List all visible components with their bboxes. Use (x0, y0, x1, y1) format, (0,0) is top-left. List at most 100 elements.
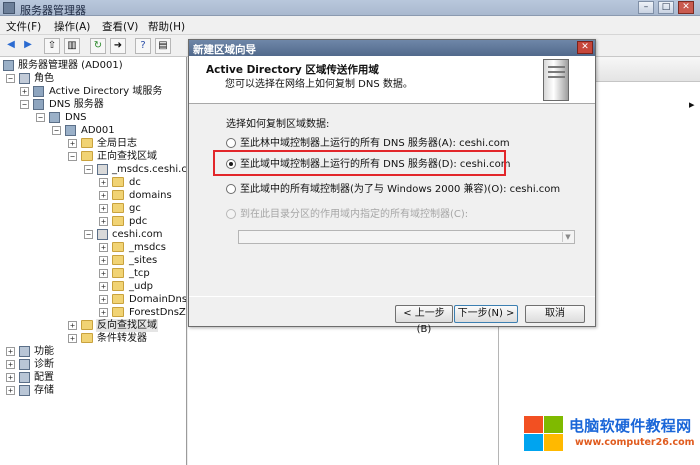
replication-prompt: 选择如何复制区域数据: (226, 119, 330, 130)
menu-help[interactable]: 帮助(H) (148, 19, 185, 34)
show-tree-icon[interactable]: ▥ (64, 38, 80, 54)
tree-label: ForestDnsZo (129, 307, 187, 318)
expand-icon[interactable]: + (6, 373, 15, 382)
tree-label: 正向查找区域 (97, 151, 157, 162)
refresh-icon[interactable]: ↻ (90, 38, 106, 54)
forward-arrow-icon[interactable]: ▶ (20, 38, 36, 54)
expand-icon[interactable]: + (68, 321, 77, 330)
back-arrow-icon[interactable]: ◀ (3, 38, 19, 54)
zone-icon (97, 164, 108, 175)
radio-label: 至此域中的所有域控制器(为了与 Windows 2000 兼容)(O): ces… (240, 184, 561, 195)
tree-label: DNS 服务器 (49, 99, 104, 110)
folder-icon (81, 333, 93, 343)
radio-label: 至此林中域控制器上运行的所有 DNS 服务器(A): ceshi.com (240, 138, 510, 149)
folder-icon (81, 151, 93, 161)
next-button[interactable]: 下一步(N) > (454, 305, 518, 323)
expand-icon[interactable]: + (99, 295, 108, 304)
roles-icon (19, 73, 30, 84)
radio-icon[interactable] (226, 184, 236, 194)
folder-icon (112, 177, 124, 187)
expand-arrow-icon[interactable]: ▸ (689, 98, 695, 111)
collapse-icon[interactable]: − (84, 230, 93, 239)
wizard-subheading: 您可以选择在网络上如何复制 DNS 数据。 (225, 79, 413, 90)
collapse-icon[interactable]: − (84, 165, 93, 174)
tree-label: 反向查找区域 (96, 319, 158, 332)
expand-icon[interactable]: + (99, 269, 108, 278)
menu-view[interactable]: 查看(V) (102, 19, 138, 34)
properties-icon[interactable]: ▤ (155, 38, 171, 54)
folder-icon (112, 294, 124, 304)
expand-icon[interactable]: + (99, 256, 108, 265)
tree-label: domains (129, 190, 172, 201)
menu-file[interactable]: 文件(F) (6, 19, 41, 34)
close-button[interactable]: ✕ (678, 1, 694, 14)
maximize-button[interactable]: □ (658, 1, 674, 14)
dns-icon (49, 112, 60, 123)
ad-icon (33, 86, 44, 97)
expand-icon[interactable]: + (6, 360, 15, 369)
watermark: 电脑软硬件教程网 www.computer26.com (521, 413, 697, 461)
expand-icon[interactable]: + (6, 386, 15, 395)
tree-label: 诊断 (34, 359, 54, 370)
dialog-separator (189, 296, 595, 297)
tree-label: gc (129, 203, 141, 214)
storage-icon (19, 385, 30, 396)
expand-icon[interactable]: + (99, 308, 108, 317)
radio-disabled-icon (226, 209, 236, 219)
expand-icon[interactable]: + (68, 139, 77, 148)
expand-icon[interactable]: + (99, 282, 108, 291)
back-button[interactable]: < 上一步(B) (395, 305, 453, 335)
chevron-down-icon: ▼ (562, 232, 573, 242)
features-icon (19, 346, 30, 357)
collapse-icon[interactable]: − (52, 126, 61, 135)
menu-bar: 文件(F) 操作(A) 查看(V) 帮助(H) (0, 16, 700, 35)
radio-icon[interactable] (226, 138, 236, 148)
cancel-button[interactable]: 取消 (525, 305, 585, 323)
radio-label: 到在此目录分区的作用域内指定的所有域控制器(C): (240, 209, 469, 220)
tree-label: AD001 (81, 125, 115, 136)
expand-icon[interactable]: + (99, 178, 108, 187)
watermark-url: www.computer26.com (575, 437, 695, 448)
tree-label: 配置 (34, 372, 54, 383)
server-manager-icon (3, 2, 15, 14)
help-icon[interactable]: ? (135, 38, 151, 54)
folder-icon (81, 320, 93, 330)
window-titlebar: 服务器管理器 – □ ✕ (0, 0, 700, 17)
tree-label: ceshi.com (112, 229, 163, 240)
tree-label: _tcp (129, 268, 150, 279)
expand-icon[interactable]: + (99, 243, 108, 252)
dialog-close-button[interactable]: ✕ (577, 41, 593, 54)
config-icon (19, 372, 30, 383)
folder-icon (112, 268, 124, 278)
minimize-button[interactable]: – (638, 1, 654, 14)
up-folder-icon[interactable]: ⇧ (44, 38, 60, 54)
collapse-icon[interactable]: − (36, 113, 45, 122)
tree-label: _udp (129, 281, 154, 292)
tree-label: _msdcs.ceshi.c (112, 164, 187, 175)
tree-label: dc (129, 177, 141, 188)
dialog-title: 新建区域向导 (193, 44, 256, 56)
collapse-icon[interactable]: − (20, 100, 29, 109)
tree-label: DomainDnsZo (129, 294, 187, 305)
server-tower-icon (543, 59, 569, 101)
collapse-icon[interactable]: − (6, 74, 15, 83)
partition-select: ▼ (238, 230, 575, 244)
expand-icon[interactable]: + (99, 191, 108, 200)
watermark-title: 电脑软硬件教程网 (569, 417, 692, 435)
expand-icon[interactable]: + (6, 347, 15, 356)
diagnostics-icon (19, 359, 30, 370)
expand-icon[interactable]: + (68, 334, 77, 343)
highlight-box (213, 150, 506, 176)
dialog-header: Active Directory 区域传送作用域 您可以选择在网络上如何复制 D… (189, 56, 595, 104)
server-icon (65, 125, 76, 136)
expand-icon[interactable]: + (99, 217, 108, 226)
tree-label: pdc (129, 216, 148, 227)
export-icon[interactable]: ➜ (110, 38, 126, 54)
dns-server-icon (33, 99, 44, 110)
expand-icon[interactable]: + (20, 87, 29, 96)
collapse-icon[interactable]: − (68, 152, 77, 161)
menu-action[interactable]: 操作(A) (54, 19, 90, 34)
tree-label: DNS (65, 112, 87, 123)
tree-label: 存储 (34, 385, 54, 396)
expand-icon[interactable]: + (99, 204, 108, 213)
